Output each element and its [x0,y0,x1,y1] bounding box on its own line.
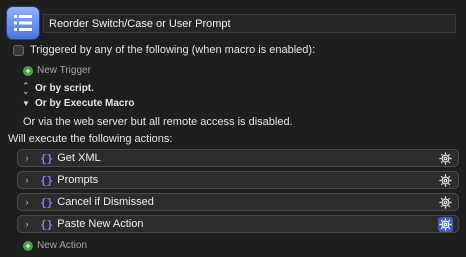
chevron-right-icon[interactable]: › [20,219,34,229]
plus-icon: + [23,65,33,76]
chevron-right-icon[interactable]: › [20,153,34,163]
gear-icon[interactable] [438,195,453,210]
action-label: Paste New Action [57,218,144,230]
new-trigger-button[interactable]: + New Trigger [23,65,91,76]
chevron-right-icon[interactable]: › [20,175,34,185]
new-action-button[interactable]: + New Action [23,240,87,251]
by-execute-macro-label: Or by Execute Macro [35,98,135,109]
chevron-down-icon: ▼ [22,99,30,108]
macro-list-icon[interactable] [6,6,40,40]
action-prompts[interactable]: › {} Prompts [17,171,459,189]
new-action-label: New Action [37,240,88,251]
macro-title-field[interactable]: Reorder Switch/Case or User Prompt [43,14,456,33]
action-cancel-if-dismissed[interactable]: › {} Cancel if Dismissed [17,193,459,211]
web-server-note: Or via the web server but all remote acc… [23,116,293,128]
action-label: Cancel if Dismissed [57,196,154,208]
plus-icon: + [23,240,33,251]
action-label: Prompts [57,174,99,186]
triggers-checkbox[interactable] [13,44,24,56]
gear-icon[interactable] [438,217,453,232]
triggers-heading: Triggered by any of the following (when … [30,44,316,56]
new-trigger-label: New Trigger [37,65,91,76]
up-down-chevron-icon: ⌃ ⌄ [22,80,30,96]
braces-icon: {} [40,195,54,209]
by-execute-macro-row[interactable]: ▼ Or by Execute Macro [22,98,134,109]
gear-icon[interactable] [438,173,453,188]
action-paste-new-action[interactable]: › {} Paste New Action [17,215,459,233]
web-server-note-text: Or via the web server but all remote acc… [23,116,293,128]
gear-icon[interactable] [438,151,453,166]
action-get-xml[interactable]: › {} Get XML [17,149,459,167]
braces-icon: {} [40,151,54,165]
chevron-right-icon[interactable]: › [20,197,34,207]
action-label: Get XML [57,152,101,164]
braces-icon: {} [40,173,54,187]
braces-icon: {} [40,217,54,231]
by-script-row[interactable]: ⌃ ⌄ Or by script. [22,80,94,96]
by-script-label: Or by script. [35,83,94,94]
triggers-heading-row[interactable]: Triggered by any of the following (when … [13,44,315,56]
actions-heading: Will execute the following actions: [8,133,172,145]
actions-heading-text: Will execute the following actions: [8,133,173,145]
